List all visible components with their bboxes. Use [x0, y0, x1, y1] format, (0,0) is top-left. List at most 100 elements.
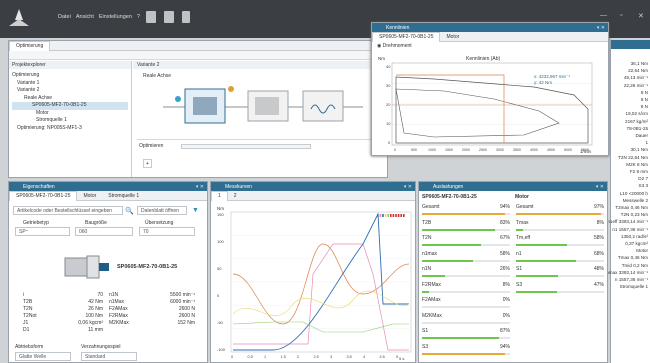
summary-value: 3393,14 min⁻¹ — [618, 219, 648, 225]
add-button[interactable]: + — [143, 159, 152, 168]
tab-motor[interactable]: Motor — [440, 34, 465, 40]
baugroesse-select[interactable]: 060 — [75, 227, 133, 236]
datenblatt-button[interactable]: Datenblatt öffnen — [137, 206, 187, 215]
gearbox-image — [64, 255, 109, 279]
panel-controls-icon[interactable]: ▾ ✕ — [196, 184, 204, 190]
panel-controls-icon[interactable]: ▾ ✕ — [596, 184, 604, 190]
optimieren-slider[interactable] — [181, 144, 311, 149]
menu-help[interactable]: ? — [137, 14, 140, 20]
spec-key: D1 — [23, 327, 30, 333]
kl-ytick: 20 — [386, 102, 391, 107]
menu-einstellungen[interactable]: Einstellungen — [99, 14, 132, 20]
auslastung-row: M2KMax 0% — [422, 313, 606, 329]
auslastung-row: S1 87% — [422, 328, 606, 344]
window-controls-icon[interactable]: ▾ ✕ — [597, 25, 605, 31]
document-icon[interactable] — [182, 11, 190, 23]
auslastung-key: n1max — [422, 250, 438, 257]
auslastung-value: 26% — [499, 266, 510, 272]
filter-icon[interactable]: ▼ — [192, 207, 199, 214]
tree-variante-1[interactable]: Variante 1 — [12, 80, 128, 88]
kl-xtick: 1500 — [445, 148, 453, 152]
spec-row: F2AMax 2600 N — [109, 306, 195, 313]
tree-optimierung[interactable]: Optimierung — [12, 72, 128, 80]
tree-optimierung-np[interactable]: Optimierung: NP005S-MF1-3 — [12, 125, 128, 133]
spec-row: T2Not 100 Nm — [23, 313, 103, 320]
auslastung-value: 47% — [593, 281, 604, 288]
spec-value: 152 Nm — [177, 320, 195, 326]
tree-stromquelle[interactable]: Stromquelle 1 — [12, 117, 128, 125]
tree-reale-achse[interactable]: Reale Achse — [12, 95, 128, 103]
tab-getriebe[interactable]: SP0605-MF2-70-0B1-25 — [9, 190, 78, 201]
auslastung-track — [422, 244, 510, 246]
summary-row: 22,26 min⁻¹ — [606, 82, 648, 89]
drive-chain-diagram — [163, 86, 363, 124]
abtriebsform-select[interactable]: Glatte Welle — [15, 352, 71, 361]
tree-motor[interactable]: Motor — [12, 110, 128, 118]
summary-row: n1 1557,36 min⁻¹ — [606, 226, 648, 233]
auslastung-key: n1 — [516, 250, 522, 257]
menu-datei[interactable]: Datei — [58, 14, 71, 20]
kl-xtick: 2500 — [479, 148, 487, 152]
auslastung-key: Gesamt — [516, 204, 534, 210]
tree-variante-2[interactable]: Variante 2 — [12, 87, 128, 95]
tab-getriebe[interactable]: SP0605-MF2-70-0B1-25 — [372, 31, 441, 42]
menu-ansicht[interactable]: Ansicht — [76, 14, 94, 20]
auslastung-row: T2B 83% Tmax 8% — [422, 220, 606, 236]
kl-xtick: 500 — [411, 148, 417, 152]
summary-row: L10 <20000 h — [606, 190, 648, 197]
spec-row: T2B 42 Nm — [23, 299, 103, 306]
auslastung-key: Tmax — [516, 219, 529, 226]
auslastung-value: 94% — [499, 204, 510, 210]
auslastung-value: 8% — [596, 219, 604, 226]
summary-row: Tmid 0,2 Nm — [606, 262, 648, 269]
search-icon[interactable]: 🔍 — [125, 207, 134, 215]
summary-value: 1 — [645, 140, 648, 146]
panel-controls-icon[interactable]: ▾ ✕ — [404, 184, 412, 190]
tab-1[interactable]: 1 — [211, 190, 228, 201]
auslastung-bar — [516, 290, 558, 293]
abtriebsform-value: Glatte Welle — [19, 353, 47, 360]
summary-value: 8 Nm — [637, 161, 648, 167]
auslastung-col1-title: SP0605-MF2-70-0B1-25 — [422, 194, 477, 200]
summary-row: 8 N — [606, 103, 648, 110]
summary-value: 0,46 Nm — [630, 205, 648, 211]
auslastung-track — [422, 275, 510, 277]
auslastung-row: F2AMax 0% — [422, 297, 606, 313]
summary-row: Motor — [606, 247, 648, 254]
spec-key: F2RMax — [109, 313, 128, 319]
auslastung-track — [516, 259, 604, 262]
getriebetyp-select[interactable]: SP⁺ — [15, 227, 70, 236]
tab-2[interactable]: 2 — [228, 193, 243, 199]
specs-right: n1N 5500 min⁻¹ n1Max 6000 min⁻¹ F2AMax 2600 N… — [109, 292, 195, 327]
mk-ytick: 0 — [217, 293, 220, 298]
auslastung-bar — [422, 275, 445, 277]
minimize-icon[interactable]: — — [600, 12, 607, 19]
kl-xtick: 0 — [394, 148, 396, 152]
auslastung-track — [422, 337, 510, 339]
kl-xtick: 2000 — [462, 148, 470, 152]
tab-optimierung[interactable]: Optimierung — [9, 40, 51, 51]
auslastung-track — [422, 213, 510, 215]
summary-row: T2max 0,46 Nm — [606, 204, 648, 211]
tree-getriebe[interactable]: SP0605-MF2-70-0B1-25 — [12, 102, 128, 110]
export-icon[interactable] — [164, 11, 174, 23]
auslastung-bar — [422, 213, 505, 215]
close-icon[interactable]: ✕ — [638, 12, 644, 20]
summary-value: 8 mm — [636, 169, 648, 175]
spec-row: D1 11 mm — [23, 327, 103, 334]
tab-motor[interactable]: Motor — [77, 193, 102, 199]
tab-stromquelle[interactable]: Stromquelle 1 — [102, 193, 145, 199]
summary-value: 2167 kg/m² — [625, 118, 648, 124]
auslastung-row: F2RMax 8% S3 47% — [422, 282, 606, 298]
abtriebsform-label: Abtriebsform — [15, 344, 44, 350]
summary-value: 22,64 Nm — [628, 68, 648, 74]
uebersetzung-select[interactable]: 70 — [139, 227, 195, 236]
drehmoment-option[interactable]: ◉ Drehmoment — [372, 42, 608, 51]
mk-xtick: 0 — [231, 355, 233, 359]
verzahnungsspiel-select[interactable]: Standard — [81, 352, 137, 361]
summary-row: 49,13 min⁻¹ — [606, 74, 648, 81]
app-logo — [9, 9, 29, 26]
monitor-icon[interactable] — [146, 11, 156, 23]
restore-icon[interactable]: ▫ — [620, 12, 622, 19]
artikel-search-input[interactable]: Artikelcode oder Bestellschlüssel eingeb… — [13, 206, 123, 215]
